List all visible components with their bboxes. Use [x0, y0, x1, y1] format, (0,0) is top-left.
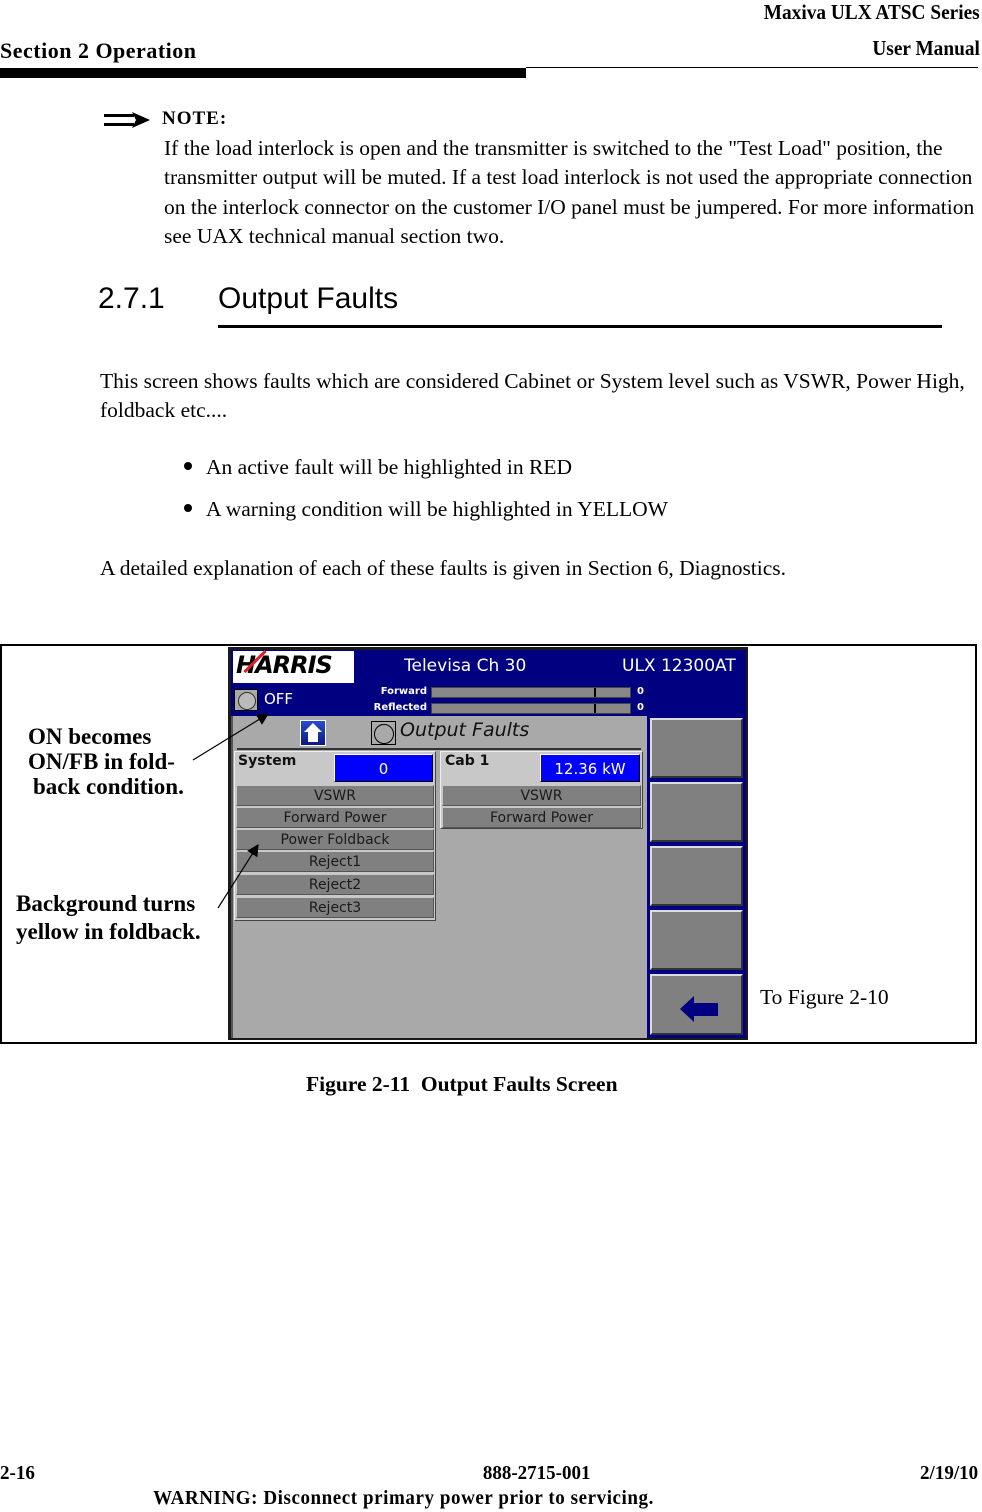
document-type: User Manual — [872, 36, 980, 60]
status-indicator-icon[interactable] — [234, 689, 258, 711]
callout-line: ON/FB in fold- — [28, 749, 175, 774]
subsection-rule — [218, 325, 942, 328]
fault-row[interactable]: Reject3 — [236, 897, 434, 918]
fault-row[interactable]: Reject1 — [236, 851, 434, 872]
system-value: 0 — [334, 754, 433, 782]
meter-value-forward: 0 — [637, 686, 644, 697]
panel-name-system: System — [238, 753, 297, 769]
page-status-icon — [371, 721, 396, 745]
side-button-1[interactable] — [650, 718, 743, 778]
callout-line: ON becomes — [28, 724, 152, 749]
callout-line: Background turns — [16, 891, 196, 916]
bullet-icon — [184, 504, 192, 512]
title-divider — [237, 748, 641, 750]
detail-paragraph: A detailed explanation of each of these … — [100, 556, 787, 580]
bullet-item: A warning condition will be highlighted … — [184, 497, 668, 522]
to-figure-label: To Figure 2-10 — [760, 985, 889, 1009]
station-name: Televisa Ch 30 — [404, 656, 527, 676]
model-name: ULX 12300AT — [622, 656, 736, 676]
fault-row[interactable]: VSWR — [442, 785, 641, 806]
bullet-icon — [184, 462, 192, 470]
bullet-item: An active fault will be highlighted in R… — [184, 455, 572, 480]
fault-row[interactable]: VSWR — [236, 785, 434, 806]
side-button-4[interactable] — [650, 910, 743, 970]
meter-label-reflected: Reflected — [373, 702, 427, 713]
panel-name-cab: Cab 1 — [445, 753, 490, 769]
page-number: 2-16 — [0, 1462, 35, 1484]
meter-value-reflected: 0 — [637, 702, 644, 713]
callout-line: yellow in foldback. — [16, 919, 201, 944]
safety-warning: WARNING: Disconnect primary power prior … — [153, 1487, 654, 1509]
bullet-text: A warning condition will be highlighted … — [206, 497, 668, 521]
header-rule-thick — [0, 68, 526, 78]
note-arrow-icon — [104, 112, 150, 128]
intro-paragraph: This screen shows faults which are consi… — [100, 369, 965, 422]
screen-page-title: Output Faults — [400, 719, 530, 741]
callout-on-fb: ON becomes ON/FB in fold- back condition… — [28, 724, 184, 799]
fault-row[interactable]: Power Foldback — [236, 829, 434, 850]
side-button-2[interactable] — [650, 782, 743, 842]
callout-line: back condition. — [33, 774, 184, 799]
fault-row[interactable]: Forward Power — [442, 807, 641, 828]
back-arrow-icon — [680, 996, 718, 1022]
status-text: OFF — [264, 690, 294, 708]
subsection-title: Output Faults — [218, 282, 399, 315]
document-series-title: Maxiva ULX ATSC Series — [764, 0, 980, 24]
document-date: 2/19/10 — [919, 1462, 978, 1484]
fault-row[interactable]: Reject2 — [236, 874, 434, 895]
reflected-power-meter — [431, 703, 631, 714]
document-number: 888-2715-001 — [482, 1462, 591, 1484]
note-label: NOTE: — [162, 108, 228, 129]
side-button-3[interactable] — [650, 846, 743, 906]
bullet-text: An active fault will be highlighted in R… — [206, 455, 573, 479]
back-button[interactable] — [650, 974, 743, 1035]
meter-label-forward: Forward — [380, 686, 427, 697]
subsection-number: 2.7.1 — [98, 282, 165, 315]
note-text: If the load interlock is open and the tr… — [164, 136, 975, 248]
cabinet-power-value: 12.36 kW — [540, 754, 640, 782]
home-icon[interactable] — [300, 720, 326, 746]
forward-power-meter — [431, 687, 631, 698]
figure-caption: Figure 2-11 Output Faults Screen — [306, 1072, 618, 1096]
fault-row[interactable]: Forward Power — [236, 807, 434, 828]
section-heading: Section 2 Operation — [0, 38, 197, 63]
header-rule-thin — [526, 67, 978, 68]
side-button-column — [647, 716, 746, 1038]
callout-background: Background turns yellow in foldback. — [16, 890, 201, 946]
